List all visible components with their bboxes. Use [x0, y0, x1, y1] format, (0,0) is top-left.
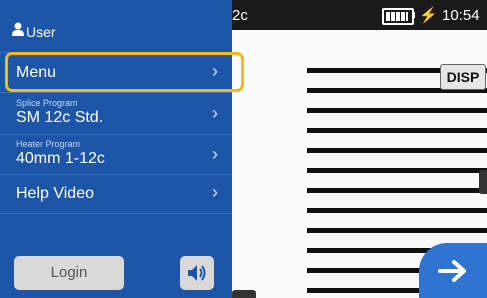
- program-abbrev: 2c: [232, 7, 248, 24]
- splice-program-value: SM 12c Std.: [16, 109, 104, 126]
- side-handle[interactable]: [479, 170, 487, 194]
- arrow-right-icon: [438, 260, 466, 282]
- charging-bolt-icon: ⚡: [419, 7, 438, 24]
- chevron-right-icon: ›: [212, 182, 218, 202]
- side-menu-panel: User Menu › Splice Program SM 12c Std. ›…: [0, 0, 232, 298]
- heater-program-caption: Heater Program: [16, 139, 81, 149]
- menu-highlight-frame: [5, 52, 244, 92]
- battery-icon: [382, 8, 414, 25]
- user-row[interactable]: User: [0, 0, 232, 52]
- help-video-item[interactable]: Help Video ›: [0, 174, 232, 214]
- splicer-screen: 2c ⚡ 10:54 DISP User Menu › Splice Progr…: [0, 0, 487, 298]
- heater-program-item[interactable]: Heater Program 40mm 1-12c ›: [0, 134, 232, 175]
- chevron-right-icon: ›: [212, 103, 218, 123]
- user-label: User: [26, 24, 56, 40]
- battery-tip: [412, 12, 415, 18]
- clock: 10:54: [442, 7, 480, 24]
- bottom-handle[interactable]: [232, 290, 256, 298]
- fiber-view: 2c ⚡ 10:54 DISP: [212, 0, 487, 298]
- status-bar: 2c ⚡ 10:54: [212, 0, 487, 30]
- person-icon: [12, 22, 24, 36]
- next-button[interactable]: [419, 243, 487, 298]
- splice-program-item[interactable]: Splice Program SM 12c Std. ›: [0, 92, 232, 135]
- splice-program-caption: Splice Program: [16, 98, 78, 108]
- help-video-label: Help Video: [16, 185, 94, 202]
- disp-button[interactable]: DISP: [440, 64, 486, 90]
- login-button[interactable]: Login: [14, 256, 124, 290]
- heater-program-value: 40mm 1-12c: [16, 150, 105, 167]
- chevron-right-icon: ›: [212, 144, 218, 164]
- speaker-icon: [188, 265, 206, 281]
- speaker-button[interactable]: [180, 256, 214, 290]
